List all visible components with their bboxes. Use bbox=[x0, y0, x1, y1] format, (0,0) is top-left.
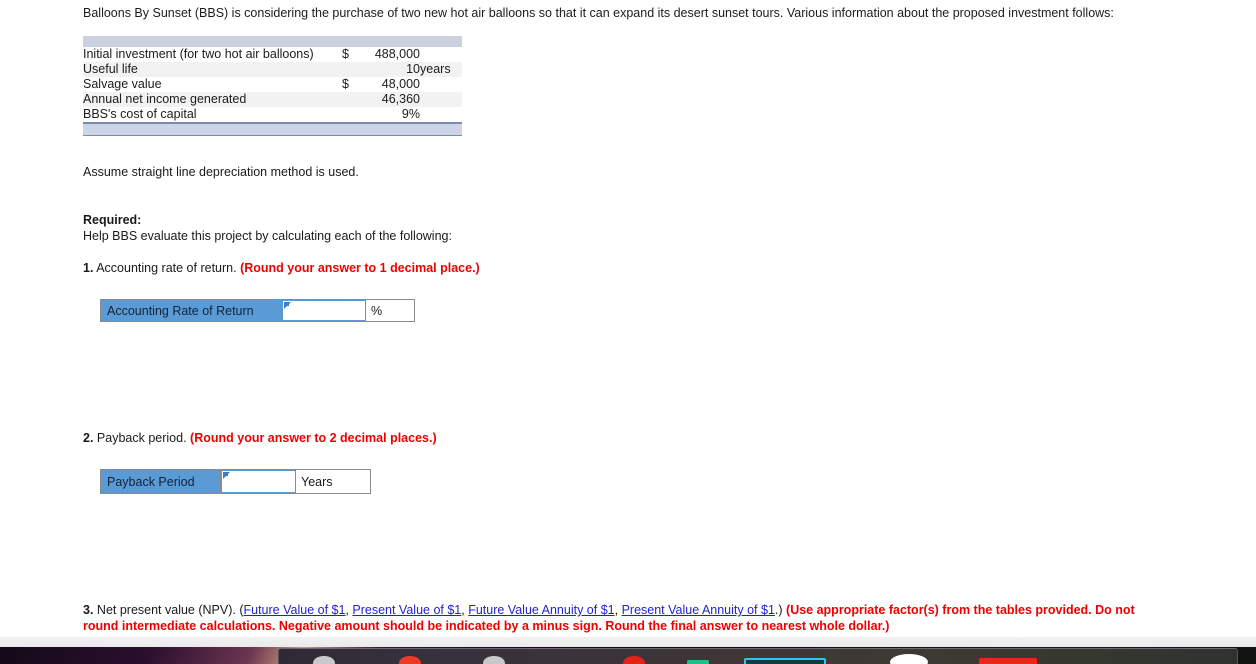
table-row-value: 9% bbox=[401, 107, 420, 121]
question-1-line: 1. Accounting rate of return. (Round you… bbox=[83, 261, 480, 275]
accounting-rate-of-return-unit: % bbox=[366, 300, 414, 321]
factor-table-link[interactable]: Future Value Annuity of $1 bbox=[468, 603, 614, 617]
table-row: BBS's cost of capital 9% bbox=[83, 107, 462, 123]
table-row-currency bbox=[342, 107, 358, 123]
question-2-note: (Round your answer to 2 decimal places.) bbox=[190, 431, 437, 445]
table-row-label: Annual net income generated bbox=[83, 92, 342, 107]
question-2-text: Payback period. bbox=[93, 431, 191, 445]
table-row-label: Initial investment (for two hot air ball… bbox=[83, 47, 314, 61]
table-row-value: 488,000 bbox=[374, 47, 420, 61]
investment-data-table: Initial investment (for two hot air ball… bbox=[83, 36, 462, 136]
table-row-unit bbox=[420, 107, 462, 123]
calc-icon[interactable] bbox=[687, 660, 709, 664]
question-3-line-1: 3. Net present value (NPV). (Future Valu… bbox=[83, 602, 1256, 618]
question-1-note: (Round your answer to 1 decimal place.) bbox=[240, 261, 480, 275]
question-1-number: 1. bbox=[83, 261, 94, 275]
question-3-text-b: .) bbox=[774, 603, 787, 617]
question-3-note-line-2: round intermediate calculations. Negativ… bbox=[83, 619, 890, 633]
table-row-label: Salvage value bbox=[83, 77, 162, 91]
table-row-label: Useful life bbox=[83, 62, 342, 77]
table-row: Initial investment (for two hot air ball… bbox=[83, 47, 462, 62]
table-row: Useful life 10 years bbox=[83, 62, 462, 77]
factor-table-link[interactable]: Future Value of $1 bbox=[244, 603, 346, 617]
required-label: Required: bbox=[83, 213, 142, 227]
table-row-unit bbox=[420, 92, 462, 107]
payback-period-input[interactable] bbox=[221, 470, 296, 493]
payback-period-label: Payback Period bbox=[101, 470, 221, 493]
factor-table-link[interactable]: Present Value Annuity of $1 bbox=[622, 603, 775, 617]
table-footer-bar bbox=[83, 122, 462, 136]
table-row-unit bbox=[420, 47, 462, 62]
media-icon[interactable] bbox=[979, 658, 1037, 664]
terminal-icon[interactable] bbox=[744, 658, 826, 664]
table-row-currency: $ bbox=[342, 77, 349, 91]
table-row: Salvage value $48,000 bbox=[83, 77, 462, 92]
question-3-number: 3. bbox=[83, 603, 94, 617]
table-row-currency: $ bbox=[342, 47, 349, 61]
desktop-strip bbox=[0, 637, 1256, 664]
assumption-text: Assume straight line depreciation method… bbox=[83, 165, 359, 179]
cell-cursor-marker-icon bbox=[223, 472, 230, 479]
accounting-rate-of-return-label: Accounting Rate of Return bbox=[101, 300, 282, 321]
table-row-value: 10 bbox=[358, 62, 420, 77]
question-3-line-2: round intermediate calculations. Negativ… bbox=[83, 618, 1256, 634]
payback-period-answer-box: Payback Period Years bbox=[100, 469, 371, 494]
accounting-rate-of-return-input[interactable] bbox=[282, 300, 366, 321]
taskbar-dock[interactable] bbox=[278, 648, 1238, 664]
table-row-unit: years bbox=[420, 62, 462, 77]
table-row: Annual net income generated 46,360 bbox=[83, 92, 462, 107]
table-row-currency bbox=[342, 92, 358, 107]
table-row-currency bbox=[342, 62, 358, 77]
thunderbird-icon[interactable] bbox=[483, 656, 505, 664]
table-row-value: 48,000 bbox=[381, 77, 420, 91]
question-3-links: Future Value of $1, Present Value of $1,… bbox=[244, 603, 775, 617]
browser-icon[interactable] bbox=[890, 654, 928, 664]
table-header-bar bbox=[83, 36, 462, 47]
question-1-text: Accounting rate of return. bbox=[93, 261, 241, 275]
worksheet-page: Balloons By Sunset (BBS) is considering … bbox=[0, 0, 1256, 637]
link-separator: , bbox=[614, 603, 622, 617]
question-3-note-line-1: (Use appropriate factor(s) from the tabl… bbox=[786, 603, 1135, 617]
payback-period-unit: Years bbox=[296, 470, 370, 493]
table-row-label: BBS's cost of capital bbox=[83, 107, 197, 121]
firefox-icon[interactable] bbox=[399, 656, 421, 664]
question-2-line: 2. Payback period. (Round your answer to… bbox=[83, 431, 437, 445]
libreoffice-icon[interactable] bbox=[623, 656, 645, 664]
table-row-value: 46,360 bbox=[358, 92, 420, 107]
table-row-unit bbox=[420, 77, 462, 92]
problem-intro: Balloons By Sunset (BBS) is considering … bbox=[83, 6, 1114, 20]
required-text: Help BBS evaluate this project by calcul… bbox=[83, 229, 452, 243]
question-2-number: 2. bbox=[83, 431, 94, 445]
accounting-rate-of-return-answer-box: Accounting Rate of Return % bbox=[100, 299, 415, 322]
cell-cursor-marker-icon bbox=[284, 302, 291, 309]
factor-table-link[interactable]: Present Value of $1 bbox=[352, 603, 461, 617]
files-icon[interactable] bbox=[313, 656, 335, 664]
question-3-block: 3. Net present value (NPV). (Future Valu… bbox=[83, 602, 1256, 634]
question-3-text-a: Net present value (NPV). ( bbox=[93, 603, 244, 617]
